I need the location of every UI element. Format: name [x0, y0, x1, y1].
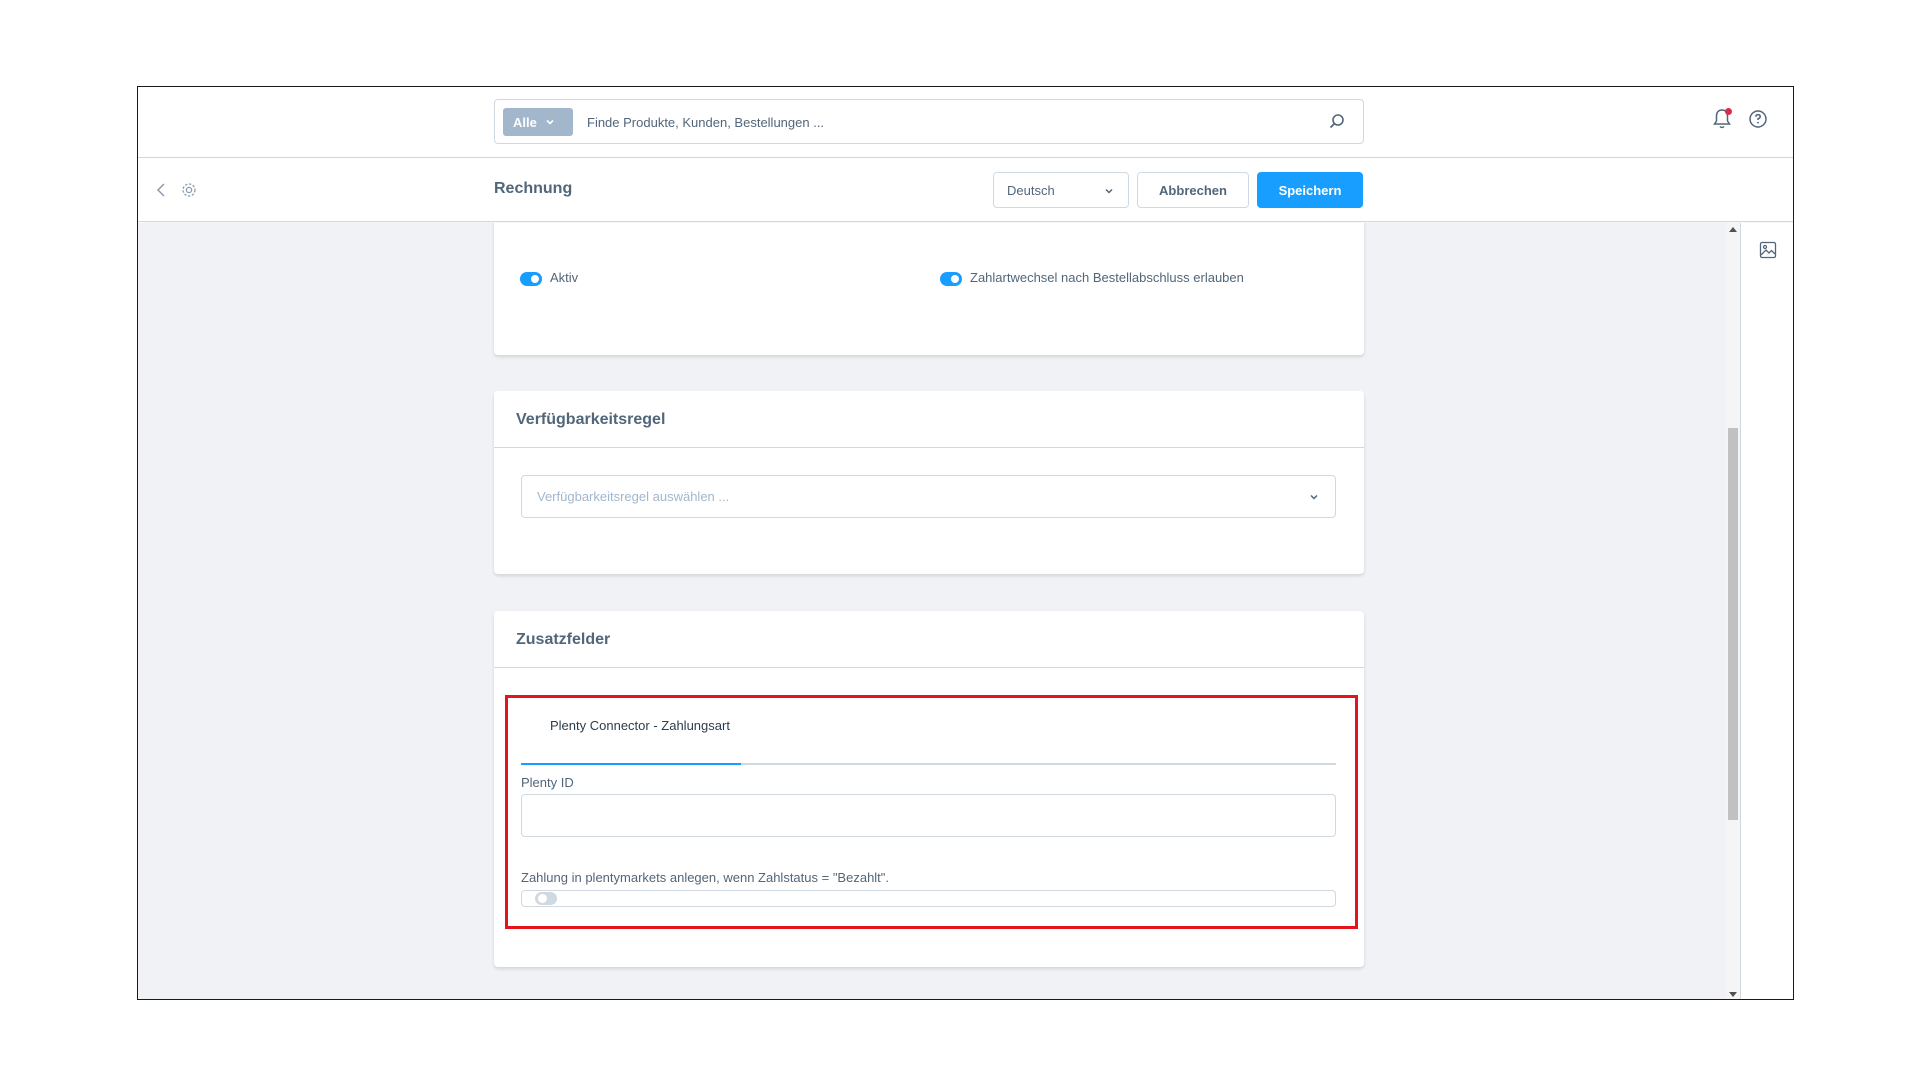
- gear-icon[interactable]: [180, 180, 198, 200]
- highlight-box: Plenty Connector - Zahlungsart Plenty ID…: [505, 695, 1358, 929]
- page-title: Rechnung: [494, 180, 573, 197]
- admin-window: Alle Finde Produkte, Kunden, Bestellunge…: [137, 86, 1794, 1000]
- card-divider: [494, 447, 1364, 448]
- availability-select-placeholder: Verfügbarkeitsregel auswählen ...: [537, 489, 730, 504]
- general-card: Aktiv Zahlartwechsel nach Bestellabschlu…: [494, 223, 1364, 355]
- availability-title: Verfügbarkeitsregel: [516, 411, 666, 428]
- allow-change-label: Zahlartwechsel nach Bestellabschluss erl…: [970, 270, 1244, 285]
- active-label: Aktiv: [550, 270, 579, 285]
- search-icon[interactable]: [1327, 112, 1347, 132]
- payment-toggle-label: Zahlung in plentymarkets anlegen, wenn Z…: [521, 870, 890, 885]
- availability-rule-select[interactable]: Verfügbarkeitsregel auswählen ...: [521, 475, 1336, 518]
- tab-plenty-connector[interactable]: Plenty Connector - Zahlungsart: [550, 718, 730, 733]
- payment-toggle-row: [521, 890, 1336, 907]
- language-value: Deutsch: [1007, 182, 1055, 198]
- media-icon[interactable]: [1759, 241, 1777, 259]
- active-switch[interactable]: [520, 272, 542, 286]
- help-icon[interactable]: [1747, 107, 1769, 131]
- search-scope-label: Alle: [513, 114, 537, 130]
- chevron-down-icon: [546, 119, 554, 125]
- cancel-button[interactable]: Abbrechen: [1137, 172, 1249, 208]
- extra-fields-card: Zusatzfelder Plenty Connector - Zahlungs…: [494, 611, 1364, 967]
- card-divider: [494, 667, 1364, 668]
- back-icon[interactable]: [152, 180, 170, 200]
- top-icons: [1711, 107, 1769, 131]
- bell-icon[interactable]: [1711, 107, 1733, 131]
- scroll-up-arrow[interactable]: [1729, 227, 1737, 232]
- plenty-id-input[interactable]: [521, 794, 1336, 837]
- language-select[interactable]: Deutsch: [993, 172, 1129, 208]
- scrollbar-thumb[interactable]: [1728, 428, 1738, 820]
- chevron-down-icon: [1310, 494, 1318, 500]
- tab-active-indicator: [521, 763, 741, 765]
- extra-fields-title: Zusatzfelder: [516, 631, 611, 648]
- save-button[interactable]: Speichern: [1257, 172, 1363, 208]
- notification-dot: [1725, 108, 1732, 115]
- scroll-down-arrow[interactable]: [1729, 992, 1737, 997]
- availability-card: Verfügbarkeitsregel Verfügbarkeitsregel …: [494, 391, 1364, 574]
- smart-bar: Rechnung Deutsch Abbrechen Speichern: [138, 158, 1793, 222]
- allow-change-switch[interactable]: [940, 272, 962, 286]
- content-scrollbar[interactable]: [1726, 223, 1740, 999]
- right-sidebar: [1740, 223, 1793, 999]
- plenty-id-label: Plenty ID: [521, 775, 574, 790]
- search-input[interactable]: [587, 109, 1307, 135]
- search-scope-dropdown[interactable]: Alle: [503, 108, 573, 136]
- payment-toggle-switch[interactable]: [535, 892, 557, 905]
- chevron-down-icon: [1105, 188, 1113, 194]
- content-area: Aktiv Zahlartwechsel nach Bestellabschlu…: [138, 223, 1726, 999]
- top-bar: Alle: [138, 87, 1793, 158]
- global-search: Alle: [494, 99, 1364, 144]
